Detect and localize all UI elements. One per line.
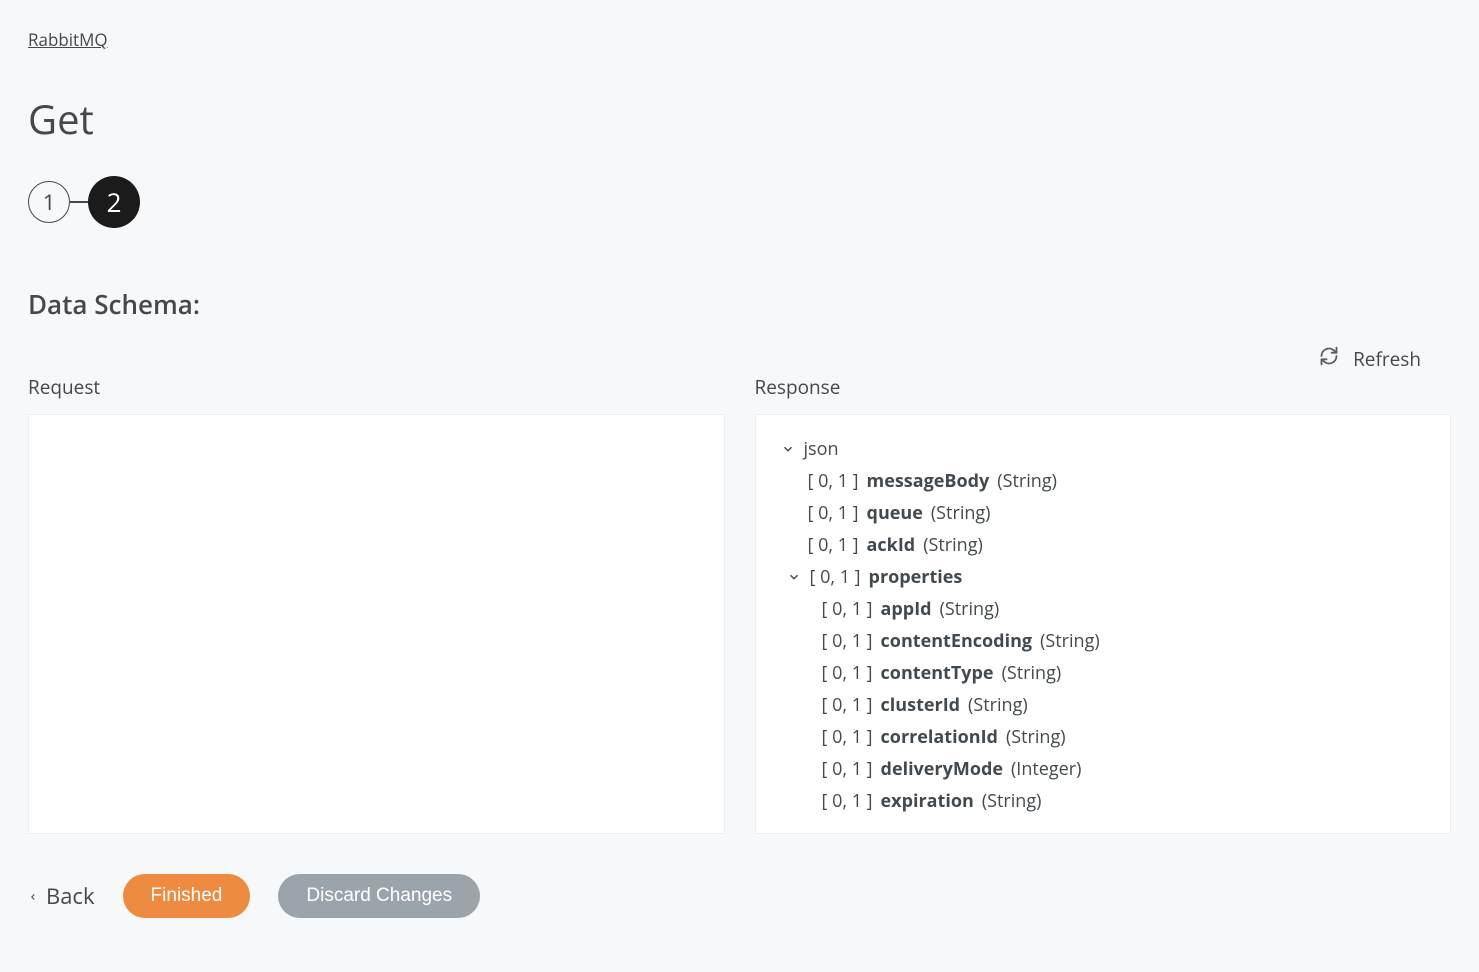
tree-item[interactable]: [ 0, 1 ] appId (String)	[822, 593, 1427, 625]
field-name: messageBody	[867, 469, 990, 493]
field-cardinality: [ 0, 1 ]	[810, 565, 861, 589]
tree-item-properties[interactable]: [ 0, 1 ] properties	[786, 561, 1427, 593]
tree-root[interactable]: json	[780, 433, 1427, 465]
refresh-label: Refresh	[1353, 346, 1421, 372]
refresh-icon	[1319, 346, 1339, 372]
field-name: deliveryMode	[881, 757, 1003, 781]
field-cardinality: [ 0, 1 ]	[822, 629, 873, 653]
field-cardinality: [ 0, 1 ]	[822, 725, 873, 749]
field-cardinality: [ 0, 1 ]	[822, 789, 873, 813]
tree-item[interactable]: [ 0, 1 ] expiration (String)	[822, 785, 1427, 817]
field-type: (String)	[997, 469, 1057, 493]
finished-button[interactable]: Finished	[123, 874, 251, 918]
tree-item[interactable]: [ 0, 1 ] ackId (String)	[808, 529, 1427, 561]
step-connector	[70, 201, 88, 203]
breadcrumb-link[interactable]: RabbitMQ	[28, 28, 108, 51]
field-name: ackId	[867, 533, 916, 557]
tree-root-label: json	[804, 437, 839, 461]
field-name: contentEncoding	[881, 629, 1033, 653]
field-name: contentType	[881, 661, 994, 685]
request-label: Request	[28, 374, 725, 400]
field-type: (String)	[1002, 661, 1062, 685]
tree-item[interactable]: [ 0, 1 ] correlationId (String)	[822, 721, 1427, 753]
field-name: appId	[881, 597, 932, 621]
field-type: (String)	[1006, 725, 1066, 749]
field-type: (Integer)	[1011, 757, 1081, 781]
field-cardinality: [ 0, 1 ]	[808, 533, 859, 557]
chevron-left-icon	[28, 881, 38, 911]
tree-item[interactable]: [ 0, 1 ] queue (String)	[808, 497, 1427, 529]
field-name: expiration	[881, 789, 974, 813]
tree-item[interactable]: [ 0, 1 ] clusterId (String)	[822, 689, 1427, 721]
field-cardinality: [ 0, 1 ]	[822, 661, 873, 685]
field-type: (String)	[968, 693, 1028, 717]
field-type: (String)	[931, 501, 991, 525]
chevron-down-icon[interactable]	[786, 570, 802, 584]
field-name: queue	[867, 501, 923, 525]
step-1[interactable]: 1	[28, 181, 70, 223]
tree-item[interactable]: [ 0, 1 ] contentEncoding (String)	[822, 625, 1427, 657]
field-type: (String)	[982, 789, 1042, 813]
back-button[interactable]: Back	[28, 881, 95, 911]
refresh-button[interactable]: Refresh	[1319, 346, 1421, 372]
response-panel: json [ 0, 1 ] messageBody (String) [ 0, …	[755, 414, 1452, 834]
field-cardinality: [ 0, 1 ]	[822, 757, 873, 781]
tree-item[interactable]: [ 0, 1 ] contentType (String)	[822, 657, 1427, 689]
tree-item[interactable]: [ 0, 1 ] messageBody (String)	[808, 465, 1427, 497]
response-label: Response	[755, 374, 1452, 400]
field-cardinality: [ 0, 1 ]	[808, 501, 859, 525]
request-panel	[28, 414, 725, 834]
field-name: properties	[869, 565, 963, 589]
field-name: correlationId	[881, 725, 998, 749]
chevron-down-icon[interactable]	[780, 442, 796, 456]
page-title: Get	[28, 91, 1451, 146]
field-type: (String)	[923, 533, 983, 557]
field-name: clusterId	[881, 693, 961, 717]
tree-item[interactable]: [ 0, 1 ] deliveryMode (Integer)	[822, 753, 1427, 785]
field-type: (String)	[1040, 629, 1100, 653]
field-type: (String)	[940, 597, 1000, 621]
field-cardinality: [ 0, 1 ]	[822, 693, 873, 717]
field-cardinality: [ 0, 1 ]	[808, 469, 859, 493]
field-cardinality: [ 0, 1 ]	[822, 597, 873, 621]
back-label: Back	[46, 881, 95, 911]
section-title: Data Schema:	[28, 286, 1451, 322]
step-2[interactable]: 2	[88, 176, 140, 228]
discard-changes-button[interactable]: Discard Changes	[278, 874, 480, 918]
stepper: 1 2	[28, 176, 1451, 228]
